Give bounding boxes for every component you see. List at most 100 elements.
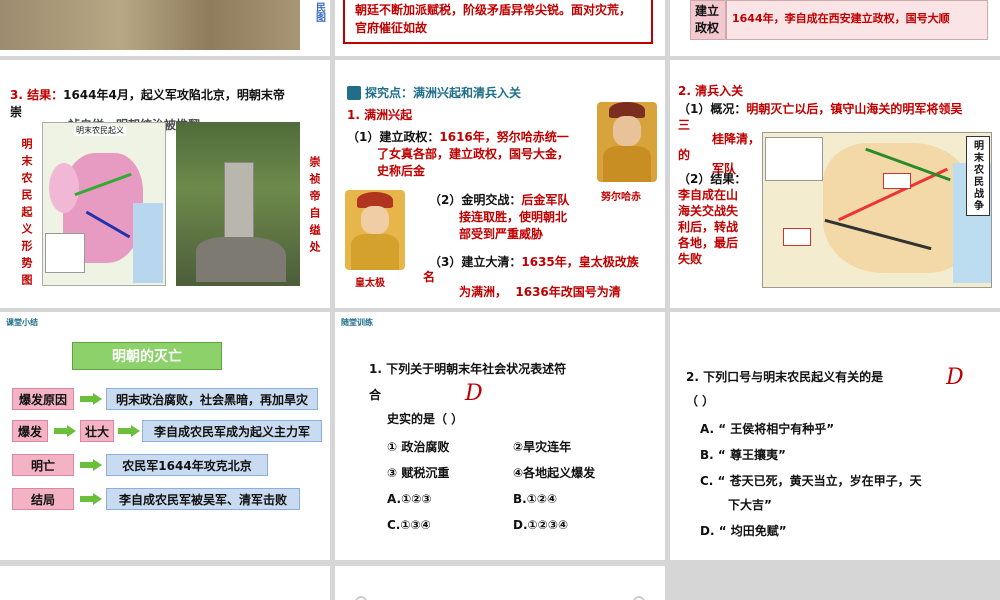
p2-line: 各地，最后 [678,236,739,250]
p1-line2: 三 [678,118,691,132]
small-title: 随堂训练 [341,318,373,327]
arrow-icon [54,425,76,437]
choice-c[interactable]: C.①③④ [387,518,431,533]
p2-line: 海关交战失 [678,204,739,218]
flow-label-grow: 壮大 [80,420,114,442]
item3-line3: 为满洲， 1636年改国号为清 [459,285,621,299]
result-text: 1644年4月，起义军攻陷北京，明朝末帝 [63,88,285,102]
slide-thumb-6[interactable]: 2. 清兵入关 （1）概况：明朝灭亡以后，镇守山海关的明军将领吴 三 桂降清， … [670,60,1000,308]
item-key: 金明交战： [461,193,522,207]
table-label: 建立 [695,4,720,18]
painting-image [0,0,300,50]
option: ④各地起义爆发 [513,466,596,480]
result-label: 3. 结果： [10,88,64,102]
portrait-caption: 皇太极 [355,278,385,289]
slide-thumb-1[interactable]: 民图 [0,0,330,56]
flow-text-fall: 农民军1644年攻克北京 [106,454,268,476]
text-line: 朝廷不断加派赋税，阶级矛盾异常尖锐。面对灾荒， [355,3,632,17]
book-icon [347,86,361,100]
choice-c[interactable]: C. “ 苍天已死，黄天当立，岁在甲子，天 [700,474,922,489]
subsection-title: 1. 满洲兴起 [347,108,413,122]
flow-label-result: 结局 [12,488,74,510]
item1-line3: 史称后金 [377,164,426,178]
question-line: 2. 下列口号与明末农民起义有关的是 [686,370,884,384]
question-line: 合 [369,388,382,402]
question-line: 史实的是（ ） [387,412,464,426]
main-title: 明朝的灭亡 [112,349,182,365]
item1-line1: （1）建立政权：1616年，努尔哈赤统一 [347,130,569,145]
p1-text: 明朝灭亡以后，镇守山海关的明军将领吴 [746,102,963,116]
item-text: 1616年，努尔哈赤统一 [439,130,569,144]
table-text: 1644年，李自成在西安建立政权，国号大顺 [732,12,950,25]
table-label: 政权 [695,21,720,35]
flow-label-outbreak: 爆发 [12,420,48,442]
choice-a[interactable]: A.①②③ [387,492,432,507]
item-text: 后金军队 [521,193,570,207]
arrow-icon [118,425,140,437]
question-line: 1. 下列关于明朝末年社会状况表述符 [369,362,567,376]
uprising-map-image [42,122,166,286]
p1-label: （1）概况： [678,102,747,116]
answer-mark: D [946,365,964,390]
flow-label-fall: 明亡 [12,454,74,476]
choice-b[interactable]: B. “ 尊王攘夷” [700,448,786,463]
result-line: 3. 结果：1644年4月，起义军攻陷北京，明朝末帝 [10,88,285,103]
slide-thumb-3[interactable]: 建立 政权 1644年，李自成在西安建立政权，国号大顺 [670,0,1000,56]
choice-c-cont: 下大吉” [728,498,772,512]
map-title: 明末农民战争 [971,140,983,212]
flow-text-cause: 明末政治腐败，社会黑暗，再加旱灾 [106,388,318,410]
p1-line1: （1）概况：明朝灭亡以后，镇守山海关的明军将领吴 [678,102,962,117]
item2-line1: （2）金明交战：后金军队 [429,193,569,208]
arrow-icon [80,493,102,505]
partial-shape [633,596,645,600]
p1-line4: 的 [678,148,691,162]
choice-d[interactable]: D. “ 均田免赋” [700,524,787,539]
slide-thumb-2[interactable]: 朝廷不断加派赋税，阶级矛盾异常尖锐。面对灾荒， 官府催征如故 [335,0,665,56]
map-title: 明末农民起义 [74,126,126,136]
slide-thumb-11[interactable] [335,566,665,600]
portrait-caption: 努尔哈赤 [601,192,641,203]
item-label: （3） [429,255,462,269]
section-heading: 2. 清兵入关 [678,84,744,98]
main-title-box: 明朝的灭亡 [72,342,222,370]
vertical-caption: 民图 [313,2,325,22]
flow-text-result: 李自成农民军被吴军、清军击败 [106,488,300,510]
slide-thumb-8[interactable]: 随堂训练 1. 下列关于明朝末年社会状况表述符 合 D 史实的是（ ） ① 政治… [335,312,665,560]
slide-thumb-10[interactable] [0,566,330,600]
item3-line1: （3）建立大清：1635年，皇太极改族 [429,255,639,270]
map-caption-left: 明末农民起义形势图 [20,138,33,291]
nurhaci-portrait [597,102,657,182]
war-map-image [762,132,992,288]
item-label: （1） [347,130,380,144]
item-key: 建立大清： [461,255,522,269]
section-header: 探究点：满洲兴起和清兵入关 [365,86,522,100]
p1-line3: 桂降清， [712,132,761,146]
slide-thumb-5[interactable]: 探究点：满洲兴起和清兵入关 1. 满洲兴起 （1）建立政权：1616年，努尔哈赤… [335,60,665,308]
flow-label-cause: 爆发原因 [12,388,74,410]
p2-line: 失败 [678,252,703,266]
option: ②旱灾连年 [513,440,572,454]
item1-line2: 了女真各部，建立政权，国号大金， [377,147,570,161]
result-text-cont: 崇 [10,105,23,119]
question-line: （ ） [686,394,715,408]
partial-shape [355,596,367,600]
arrow-icon [80,393,102,405]
choice-d[interactable]: D.①②③④ [513,518,568,533]
p2-line: 利后，转战 [678,220,739,234]
slide-thumb-4[interactable]: 3. 结果：1644年4月，起义军攻陷北京，明朝末帝 崇 祯自缢，明朝统治被推翻… [0,60,330,308]
item2-line3: 部受到严重威胁 [459,227,544,241]
slide-thumb-7[interactable]: 课堂小结 明朝的灭亡 爆发原因 明末政治腐败，社会黑暗，再加旱灾 爆发 壮大 李… [0,312,330,560]
option: ① 政治腐败 [387,440,450,454]
p2-label: （2）结果： [678,172,747,186]
choice-b[interactable]: B.①②④ [513,492,557,507]
huangtaiji-portrait [345,190,405,270]
item2-line2: 接连取胜，使明朝北 [459,210,568,224]
photo-caption-right: 崇祯帝自缢处 [308,156,321,258]
text-line: 官府催征如故 [355,21,428,35]
p2-line: 李自成在山 [678,188,739,202]
item3-line2: 名 [423,270,436,284]
small-title: 课堂小结 [6,318,38,327]
choice-a[interactable]: A. “ 王侯将相宁有种乎” [700,422,834,437]
stele-photo [176,122,300,286]
slide-thumb-9[interactable]: 2. 下列口号与明末农民起义有关的是 D （ ） A. “ 王侯将相宁有种乎” … [670,312,1000,560]
